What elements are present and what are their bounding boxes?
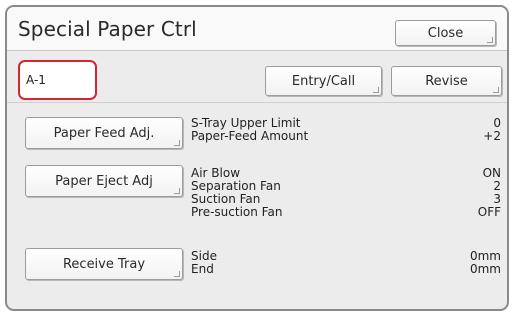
window-title: Special Paper Ctrl xyxy=(18,17,197,41)
setting-row: End 0mm xyxy=(191,263,501,276)
setting-label: End xyxy=(191,262,214,276)
title-bar: Special Paper Ctrl Close xyxy=(7,7,507,51)
setting-label: Pre-suction Fan xyxy=(191,205,283,219)
setting-row: Pre-suction Fan OFF xyxy=(191,206,501,219)
divider xyxy=(7,102,507,103)
receive-tray-settings: Side 0mm End 0mm xyxy=(191,250,501,276)
receive-tray-button[interactable]: Receive Tray xyxy=(25,248,183,280)
entry-name-field[interactable]: A-1 xyxy=(18,60,97,100)
setting-value: 0mm xyxy=(469,262,501,276)
paper-eject-adj-button[interactable]: Paper Eject Adj xyxy=(25,165,183,197)
setting-row: Side 0mm xyxy=(191,250,501,263)
setting-row: Paper-Feed Amount +2 xyxy=(191,130,501,143)
paper-feed-adj-button[interactable]: Paper Feed Adj. xyxy=(25,117,183,149)
setting-value: OFF xyxy=(477,205,501,219)
paper-eject-settings: Air Blow ON Separation Fan 2 Suction Fan… xyxy=(191,167,501,219)
special-paper-ctrl-window: Special Paper Ctrl Close A-1 Entry/Call … xyxy=(5,5,509,311)
setting-label: Paper-Feed Amount xyxy=(191,129,309,143)
paper-feed-settings: S-Tray Upper Limit 0 Paper-Feed Amount +… xyxy=(191,117,501,143)
revise-button[interactable]: Revise xyxy=(391,66,502,96)
close-button[interactable]: Close xyxy=(395,20,496,46)
setting-value: +2 xyxy=(483,129,501,143)
entry-call-button[interactable]: Entry/Call xyxy=(265,66,382,96)
